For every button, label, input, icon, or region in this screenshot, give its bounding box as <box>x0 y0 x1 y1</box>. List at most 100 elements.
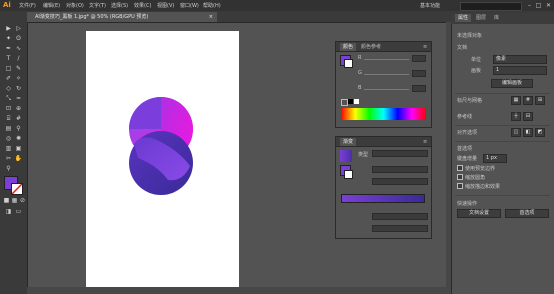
snap-pixel-icon[interactable]: ◧ <box>523 128 533 137</box>
shape-builder-tool-icon[interactable]: ⊕ <box>14 105 23 113</box>
smart-guides-icon[interactable]: ◩ <box>535 128 545 137</box>
stroke-swatch[interactable] <box>11 183 23 195</box>
tab-gradient[interactable]: 渐变 <box>340 138 357 146</box>
symbol-sprayer-tool-icon[interactable]: ✺ <box>14 135 23 143</box>
magic-wand-tool-icon[interactable]: ✦ <box>4 35 13 43</box>
eyedropper-tool-icon[interactable]: ⚲ <box>14 125 23 133</box>
perspective-tool-icon[interactable]: ⌸ <box>4 115 13 123</box>
graph-tool-icon[interactable]: ▥ <box>4 145 13 153</box>
color-stroke-swatch[interactable] <box>344 59 353 68</box>
gradient-menu-icon[interactable]: ≡ <box>420 138 430 146</box>
panel-menu-icon[interactable]: ≡ <box>420 43 430 51</box>
b-value-field[interactable] <box>412 85 426 92</box>
selection-tool-icon[interactable]: ▶ <box>4 25 13 33</box>
screen-mode-icon[interactable]: ▭ <box>14 208 23 216</box>
mesh-tool-icon[interactable]: # <box>14 115 23 123</box>
black-swatch[interactable] <box>348 99 353 104</box>
keyboard-increment-field[interactable]: 1 px <box>483 154 507 163</box>
gradient-slider[interactable] <box>341 194 425 203</box>
pencil-tool-icon[interactable]: ✎ <box>14 65 23 73</box>
workspace-switcher[interactable]: 基本功能 <box>420 2 440 9</box>
free-transform-tool-icon[interactable]: ⊡ <box>4 105 13 113</box>
document-section-title: 文档 <box>457 45 468 51</box>
white-swatch[interactable] <box>354 99 359 104</box>
warp-tool-icon[interactable]: ≈ <box>14 95 23 103</box>
slice-tool-icon[interactable]: ✂ <box>4 155 13 163</box>
lock-guides-icon[interactable]: ⊟ <box>523 112 533 121</box>
type-tool-icon[interactable]: T <box>4 55 13 63</box>
artboard-tool-icon[interactable]: ▣ <box>14 145 23 153</box>
b-slider[interactable] <box>364 89 409 90</box>
r-slider[interactable] <box>364 59 409 60</box>
gradient-angle-field[interactable] <box>372 166 428 173</box>
gradient-type-select[interactable] <box>372 150 428 157</box>
document-tab[interactable]: AI渐变技巧_黑板 1.jpg* @ 50% (RGB/GPU 预览) × <box>27 12 217 22</box>
maximize-button[interactable]: □ <box>534 1 543 10</box>
menu-select[interactable]: 选择(S) <box>111 2 128 9</box>
gradient-tool-icon[interactable]: ▤ <box>4 125 13 133</box>
gradient-type-label: 类型 <box>358 152 369 158</box>
close-tab-icon[interactable]: × <box>209 12 213 22</box>
document-setup-button[interactable]: 文档设置 <box>457 209 501 218</box>
menu-type[interactable]: 文字(T) <box>89 2 106 9</box>
menu-view[interactable]: 视图(V) <box>157 2 174 9</box>
blend-tool-icon[interactable]: ◎ <box>4 135 13 143</box>
draw-mode-icon[interactable]: ◨ <box>4 208 13 216</box>
curvature-tool-icon[interactable]: ∿ <box>14 45 23 53</box>
line-tool-icon[interactable]: ∕ <box>14 55 23 63</box>
pixel-grid-icon[interactable]: ⊞ <box>535 96 545 105</box>
none-mode-icon[interactable]: ⊘ <box>18 197 27 205</box>
tab-color-guide[interactable]: 颜色参考 <box>358 43 384 51</box>
brush-tool-icon[interactable]: ✐ <box>4 75 13 83</box>
eraser-tool-icon[interactable]: ◇ <box>4 85 13 93</box>
gradient-aspect-field[interactable] <box>372 178 428 185</box>
menu-effect[interactable]: 效果(C) <box>134 2 151 9</box>
hand-tool-icon[interactable]: ✋ <box>14 155 23 163</box>
ruler-icon[interactable]: ▦ <box>511 96 521 105</box>
search-input[interactable] <box>460 2 522 11</box>
scale-tool-icon[interactable]: ⤡ <box>4 95 13 103</box>
tab-color[interactable]: 颜色 <box>340 43 357 51</box>
rotate-tool-icon[interactable]: ↻ <box>14 85 23 93</box>
artboard-select[interactable]: 1 <box>493 66 547 75</box>
lasso-tool-icon[interactable]: ʘ <box>14 35 23 43</box>
scale-strokes-checkbox[interactable] <box>457 183 463 189</box>
zoom-tool-icon[interactable]: ⚲ <box>4 165 13 173</box>
g-value-field[interactable] <box>412 70 426 77</box>
rectangle-tool-icon[interactable]: □ <box>4 65 13 73</box>
scale-strokes-label: 缩放描边和效果 <box>465 184 501 190</box>
snap-point-icon[interactable]: ◫ <box>511 128 521 137</box>
gradient-location-field[interactable] <box>372 225 428 232</box>
minimize-button[interactable]: – <box>525 1 534 10</box>
menu-object[interactable]: 对象(O) <box>66 2 84 9</box>
menu-edit[interactable]: 编辑(E) <box>43 2 60 9</box>
g-slider[interactable] <box>364 74 409 75</box>
pen-tool-icon[interactable]: ✒ <box>4 45 13 53</box>
close-window-button[interactable]: ✕ <box>544 1 553 10</box>
properties-content: 未选择对象 文档 单位 像素 画板 1 编辑画板 标尺与网格 ▦ # ⊞ 参考线… <box>451 13 554 294</box>
quick-actions-title: 快速操作 <box>457 201 478 207</box>
gradient-thumbnail[interactable] <box>340 150 352 162</box>
menu-help[interactable]: 帮助(H) <box>203 2 221 9</box>
g-label: G <box>358 70 362 76</box>
direct-selection-tool-icon[interactable]: ▷ <box>14 25 23 33</box>
preferences-title: 首选项 <box>457 146 473 152</box>
no-selection-label: 未选择对象 <box>457 33 483 39</box>
preview-bounds-checkbox[interactable] <box>457 165 463 171</box>
menu-file[interactable]: 文件(F) <box>19 2 36 9</box>
edit-artboard-button[interactable]: 编辑画板 <box>491 79 533 88</box>
color-spectrum[interactable] <box>341 108 426 120</box>
gradient-stroke-swatch[interactable] <box>344 170 353 179</box>
preferences-button[interactable]: 首选项 <box>505 209 549 218</box>
none-color-icon[interactable] <box>341 99 348 106</box>
s-logo-artwork[interactable] <box>128 96 194 196</box>
scale-corners-checkbox[interactable] <box>457 174 463 180</box>
gradient-opacity-field[interactable] <box>372 213 428 220</box>
vertical-scrollbar[interactable] <box>446 22 451 294</box>
menu-window[interactable]: 窗口(W) <box>180 2 199 9</box>
guides-icon[interactable]: ┼ <box>511 112 521 121</box>
shaper-tool-icon[interactable]: ✧ <box>14 75 23 83</box>
r-value-field[interactable] <box>412 55 426 62</box>
unit-select[interactable]: 像素 <box>493 55 547 64</box>
grid-icon[interactable]: # <box>523 96 533 105</box>
